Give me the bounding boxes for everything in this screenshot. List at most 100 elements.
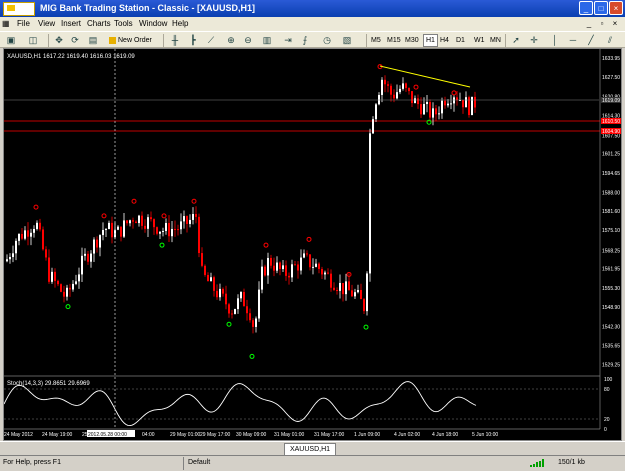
menu-tools[interactable]: Tools <box>114 19 133 28</box>
zoom-in-icon[interactable]: ⊕ <box>224 34 238 47</box>
candle-body <box>123 220 125 237</box>
fractal-down-marker <box>363 324 369 330</box>
time-tick-label: 24 May 2012 <box>4 432 33 438</box>
price-tick-label: 1619.09 <box>602 98 620 104</box>
mdi-close-button[interactable]: × <box>610 18 620 29</box>
price-chart[interactable]: XAUUSD,H1 1617.22 1619.40 1616.03 1619.0… <box>4 49 621 440</box>
period-w1[interactable]: W1 <box>474 34 485 47</box>
mdi-restore-button[interactable]: ▫ <box>597 18 607 29</box>
chart-shift-icon[interactable]: ⇥ <box>281 34 295 47</box>
candle-body <box>24 230 26 239</box>
minimize-button[interactable]: _ <box>579 1 593 15</box>
chart-window[interactable]: XAUUSD,H1 1617.22 1619.40 1616.03 1619.0… <box>3 48 622 441</box>
tile-windows-icon[interactable]: ▥ <box>260 34 274 47</box>
bar-chart-icon[interactable]: ╫ <box>168 34 182 47</box>
vertical-line-icon[interactable]: │ <box>548 34 562 47</box>
indicators-icon[interactable]: ⨍ <box>298 34 312 47</box>
candle-body <box>144 225 146 229</box>
candle-body <box>318 263 320 270</box>
candle-body <box>102 229 104 236</box>
menu-charts[interactable]: Charts <box>87 19 111 28</box>
candle-body <box>153 219 155 228</box>
candle-body <box>126 220 128 224</box>
data-window-icon[interactable]: ▤ <box>86 34 100 47</box>
candle-body <box>288 275 290 278</box>
new-order-button[interactable]: New Order <box>108 34 152 47</box>
candle-body <box>81 255 83 275</box>
fractal-markers <box>33 64 457 359</box>
candle-body <box>75 281 77 284</box>
price-tick-label: 1581.60 <box>602 209 620 215</box>
time-tick-label: 04:00 <box>142 432 155 438</box>
connection-indicator-icon <box>530 459 544 467</box>
maximize-button[interactable]: □ <box>594 1 608 15</box>
candle-body <box>234 309 236 314</box>
trend-line <box>379 65 471 88</box>
new-chart-icon[interactable]: ▣ <box>4 34 18 47</box>
line-chart-icon[interactable]: ⟋ <box>204 34 218 47</box>
time-axis: 24 May 2012 24 May 19:00 25 2012.05.28 00:0… <box>4 428 600 438</box>
candle-body <box>237 298 239 310</box>
menu-insert[interactable]: Insert <box>61 19 81 28</box>
stochastic-subwindow <box>4 375 600 427</box>
price-tick-label: 1627.50 <box>602 75 620 81</box>
price-tick-label: 1601.25 <box>602 152 620 158</box>
period-mn[interactable]: MN <box>490 34 501 47</box>
profiles-icon[interactable]: ◫ <box>26 34 40 47</box>
chart-header: XAUUSD,H1 1617.22 1619.40 1616.03 1619.0… <box>7 54 135 60</box>
menu-view[interactable]: View <box>38 19 55 28</box>
price-tick-label: 1548.90 <box>602 305 620 311</box>
market-watch-icon[interactable]: ⟳ <box>68 34 82 47</box>
period-h4[interactable]: H4 <box>440 34 449 47</box>
equidistant-channel-icon[interactable]: ⫽ <box>603 34 617 47</box>
menu-bar: ▦ File View Insert Charts Tools Window H… <box>0 17 625 31</box>
candle-body <box>30 232 32 237</box>
period-m30[interactable]: M30 <box>405 34 419 47</box>
periods-icon[interactable]: ◷ <box>320 34 334 47</box>
candle-body <box>195 213 197 217</box>
candle-body <box>282 265 284 270</box>
candle-body <box>42 229 44 250</box>
candle-body <box>252 320 254 327</box>
time-tick-label: 5 Jun 10:00 <box>472 432 498 438</box>
trendline-icon[interactable]: ╱ <box>584 34 598 47</box>
candle-body <box>243 292 245 307</box>
candle-body <box>210 277 212 282</box>
menu-file[interactable]: File <box>17 19 30 28</box>
fractal-up-marker <box>451 90 457 96</box>
mdi-minimize-button[interactable]: _ <box>584 18 594 29</box>
time-tick-label: 25 <box>82 432 88 438</box>
templates-icon[interactable]: ▧ <box>340 34 354 47</box>
candle-body <box>159 231 161 234</box>
cursor-icon[interactable]: ➚ <box>509 34 523 47</box>
period-d1[interactable]: D1 <box>456 34 465 47</box>
fractal-up-marker <box>413 84 419 90</box>
candle-body <box>120 226 122 237</box>
candle-body <box>72 283 74 290</box>
zoom-out-icon[interactable]: ⊖ <box>241 34 255 47</box>
price-tick-label: 1575.10 <box>602 228 620 234</box>
candle-body <box>132 220 134 222</box>
menu-window[interactable]: Window <box>139 19 167 28</box>
chart-window-icon[interactable]: ▦ <box>2 19 10 28</box>
candle-body <box>225 293 227 305</box>
period-h1[interactable]: H1 <box>423 34 438 47</box>
candle-body <box>66 287 68 297</box>
candle-body <box>447 103 449 106</box>
period-m15[interactable]: M15 <box>387 34 401 47</box>
candlestick-icon[interactable]: ┣ <box>186 34 200 47</box>
candle-body <box>309 254 311 268</box>
navigator-icon[interactable]: ✥ <box>52 34 66 47</box>
toolbar-separator <box>163 34 164 47</box>
crosshair-icon[interactable]: ✛ <box>527 34 541 47</box>
horizontal-line-icon[interactable]: ─ <box>566 34 580 47</box>
time-tick-label: 29 May 01:00 <box>170 432 201 438</box>
period-m5[interactable]: M5 <box>371 34 381 47</box>
close-button[interactable]: × <box>609 1 623 15</box>
candle-body <box>150 217 152 220</box>
candle-body <box>246 306 248 314</box>
candle-body <box>213 277 215 291</box>
candle-body <box>393 94 395 99</box>
candle-body <box>399 88 401 93</box>
menu-help[interactable]: Help <box>172 19 188 28</box>
